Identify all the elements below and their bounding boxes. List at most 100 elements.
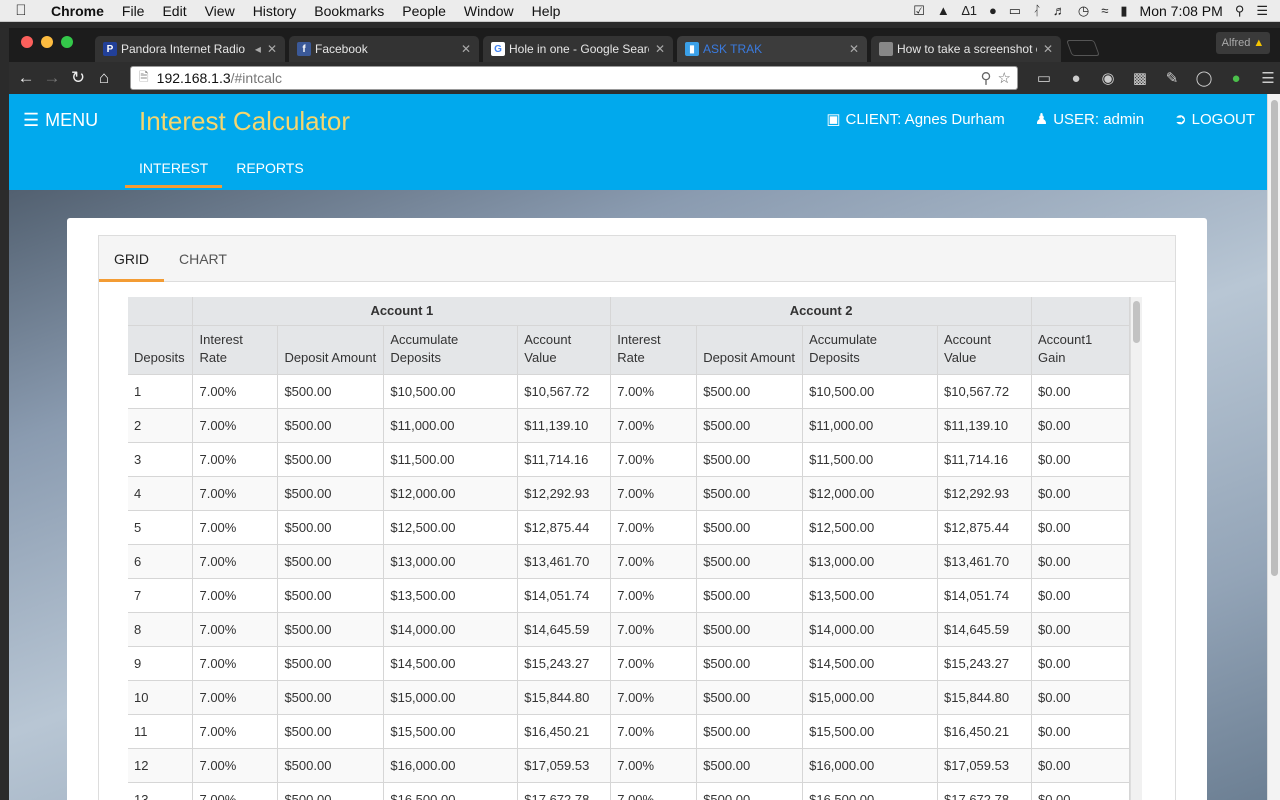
table-cell: 7.00% (610, 544, 698, 579)
grid-scrollbar-thumb[interactable] (1133, 301, 1140, 343)
warning-status-icon[interactable]: ▲ (937, 3, 950, 18)
shield-extension-icon[interactable]: ◯ (1193, 67, 1215, 89)
page-scrollbar-thumb[interactable] (1271, 100, 1278, 576)
clock[interactable]: Mon 7:08 PM (1140, 3, 1223, 19)
back-icon[interactable]: ← (13, 68, 39, 88)
film-extension-icon[interactable]: ◉ (1097, 67, 1119, 89)
new-tab-button[interactable] (1066, 40, 1100, 56)
col-account1-gain[interactable]: Account1 Gain (1031, 325, 1131, 375)
client-button[interactable]: ▣ CLIENT: Agnes Durham (826, 110, 1004, 129)
table-row[interactable]: 5 7.00% $500.00 $12,500.00 $12,875.44 7.00% $5… (128, 510, 1131, 545)
menu-edit[interactable]: Edit (153, 3, 195, 19)
time-machine-icon[interactable]: ◷ (1078, 3, 1089, 19)
table-row[interactable]: 12 7.00% $500.00 $16,000.00 $17,059.53 7.00% $… (128, 748, 1131, 783)
table-row[interactable]: 13 7.00% $500.00 $16,500.00 $17,672.78 7.00% $… (128, 782, 1131, 800)
cast-icon[interactable]: ▭ (1033, 67, 1055, 89)
incognito-extension-icon[interactable]: ● (1065, 67, 1087, 89)
col-a1-interest-rate[interactable]: Interest Rate (192, 325, 279, 375)
browser-tab-google[interactable]: G Hole in one - Google Search ✕ (483, 36, 673, 62)
menu-history[interactable]: History (244, 3, 306, 19)
table-cell: $0.00 (1031, 782, 1131, 800)
browser-tab-facebook[interactable]: f Facebook ✕ (289, 36, 479, 62)
table-row[interactable]: 8 7.00% $500.00 $14,000.00 $14,645.59 7.00% $5… (128, 612, 1131, 647)
table-cell: $13,461.70 (517, 544, 612, 579)
browser-tab-pandora[interactable]: P Pandora Internet Radio ◂ ✕ (95, 36, 285, 62)
col-a2-account-value[interactable]: Account Value (937, 325, 1032, 375)
nav-interest[interactable]: INTEREST (125, 152, 223, 188)
col-a2-deposit-amount[interactable]: Deposit Amount (696, 325, 804, 375)
menu-button[interactable]: ☰ MENU (23, 110, 98, 131)
logout-button[interactable]: ➲ LOGOUT (1174, 110, 1255, 129)
col-a1-account-value[interactable]: Account Value (517, 325, 612, 375)
browser-tab-asktrak[interactable]: ▮ ASK TRAK ✕ (677, 36, 867, 62)
col-deposits[interactable]: Deposits (128, 325, 194, 375)
table-row[interactable]: 10 7.00% $500.00 $15,000.00 $15,844.80 7.00% $… (128, 680, 1131, 715)
tab-title: Hole in one - Google Search (509, 42, 649, 56)
grid-scrollbar[interactable] (1130, 297, 1142, 800)
browser-tab-screenshot[interactable]: How to take a screenshot o ✕ (871, 36, 1061, 62)
evernote-extension-icon[interactable]: ● (1225, 67, 1247, 89)
menu-bookmarks[interactable]: Bookmarks (305, 3, 393, 19)
table-row[interactable]: 2 7.00% $500.00 $11,000.00 $11,139.10 7.00% $5… (128, 408, 1131, 443)
minimize-window-button[interactable] (41, 36, 53, 48)
page-scrollbar[interactable] (1267, 94, 1280, 800)
apple-icon[interactable]:  (0, 2, 42, 19)
menu-file[interactable]: File (113, 3, 154, 19)
col-a1-accumulate-deposits[interactable]: Accumulate Deposits (383, 325, 519, 375)
close-tab-icon[interactable]: ✕ (655, 42, 665, 56)
airplay-icon[interactable]: ▭ (1009, 3, 1021, 19)
close-tab-icon[interactable]: ✕ (267, 42, 277, 56)
profile-button[interactable]: Alfred ▲ (1216, 32, 1270, 54)
col-a2-accumulate-deposits[interactable]: Accumulate Deposits (802, 325, 939, 375)
table-row[interactable]: 7 7.00% $500.00 $13,500.00 $14,051.74 7.00% $5… (128, 578, 1131, 613)
menu-view[interactable]: View (196, 3, 244, 19)
home-icon[interactable]: ⌂ (91, 68, 117, 88)
reload-icon[interactable]: ↻ (65, 68, 91, 88)
table-cell: 7.00% (192, 578, 279, 613)
mute-icon[interactable]: ◂ (255, 42, 261, 56)
user-button[interactable]: ♟ USER: admin (1035, 110, 1144, 129)
table-row[interactable]: 1 7.00% $500.00 $10,500.00 $10,567.72 7.00% $5… (128, 374, 1131, 409)
close-tab-icon[interactable]: ✕ (461, 42, 471, 56)
wifi-icon[interactable]: ≈ (1101, 3, 1108, 18)
window-controls (21, 36, 73, 48)
eyedropper-extension-icon[interactable]: ✎ (1161, 67, 1183, 89)
evernote-status-icon[interactable]: ● (989, 3, 997, 18)
battery-icon[interactable]: ▮ (1120, 3, 1127, 19)
col-a2-interest-rate[interactable]: Interest Rate (610, 325, 698, 375)
close-tab-icon[interactable]: ✕ (849, 42, 859, 56)
checkmark-status-icon[interactable]: ☑ (913, 3, 925, 19)
address-bar[interactable]: 🗎 192.168.1.3 /#intcalc ⚲ ☆ (130, 66, 1018, 90)
chrome-menu-icon[interactable]: ☰ (1257, 67, 1279, 89)
nav-reports[interactable]: REPORTS (222, 152, 317, 188)
close-tab-icon[interactable]: ✕ (1043, 42, 1053, 56)
tab-chart[interactable]: CHART (164, 236, 242, 281)
table-row[interactable]: 4 7.00% $500.00 $12,000.00 $12,292.93 7.00% $5… (128, 476, 1131, 511)
bookmark-star-icon[interactable]: ☆ (998, 69, 1011, 87)
table-row[interactable]: 9 7.00% $500.00 $14,500.00 $15,243.27 7.00% $5… (128, 646, 1131, 681)
table-cell: 7.00% (610, 510, 698, 545)
table-cell: $10,567.72 (517, 374, 612, 409)
volume-icon[interactable]: ♬ (1053, 3, 1066, 18)
key-icon[interactable]: ⚲ (981, 69, 992, 87)
zoom-window-button[interactable] (61, 36, 73, 48)
menu-people[interactable]: People (393, 3, 455, 19)
col-a1-deposit-amount[interactable]: Deposit Amount (277, 325, 385, 375)
adobe-status-icon[interactable]: ∆1 (962, 3, 977, 18)
table-cell: $500.00 (277, 544, 385, 579)
table-cell: $16,000.00 (802, 748, 939, 783)
notification-center-icon[interactable]: ☰ (1256, 3, 1268, 19)
close-window-button[interactable] (21, 36, 33, 48)
table-row[interactable]: 3 7.00% $500.00 $11,500.00 $11,714.16 7.00% $5… (128, 442, 1131, 477)
tab-grid[interactable]: GRID (99, 236, 164, 282)
table-cell: 7.00% (610, 680, 698, 715)
screen-extension-icon[interactable]: ▩ (1129, 67, 1151, 89)
menu-app-name[interactable]: Chrome (42, 3, 113, 19)
menu-help[interactable]: Help (523, 3, 570, 19)
table-row[interactable]: 11 7.00% $500.00 $15,500.00 $16,450.21 7.00% $… (128, 714, 1131, 749)
spotlight-search-icon[interactable]: ⚲ (1235, 3, 1245, 19)
bluetooth-icon[interactable]: ᛮ (1033, 3, 1041, 18)
forward-icon[interactable]: → (39, 68, 65, 88)
menu-window[interactable]: Window (455, 3, 523, 19)
table-row[interactable]: 6 7.00% $500.00 $13,000.00 $13,461.70 7.00% $5… (128, 544, 1131, 579)
